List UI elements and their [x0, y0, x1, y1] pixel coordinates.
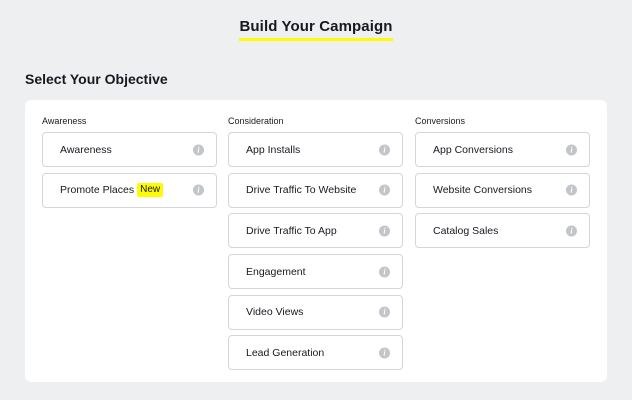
info-icon[interactable]: i	[379, 347, 390, 359]
info-icon[interactable]: i	[379, 144, 390, 155]
objective-awareness[interactable]: Awareness i	[42, 132, 217, 167]
objective-promote-places[interactable]: Promote Places New i	[42, 172, 217, 208]
objective-lead-generation[interactable]: Lead Generation i	[228, 335, 403, 371]
objective-label: Engagement	[246, 265, 306, 278]
objective-panel: Awareness Awareness i Promote Places New…	[25, 100, 607, 382]
objective-website-conversions[interactable]: Website Conversions i	[415, 172, 590, 208]
page-title: Build Your Campaign	[239, 18, 393, 41]
objective-drive-traffic-to-website[interactable]: Drive Traffic To Website i	[228, 172, 403, 208]
info-icon[interactable]: i	[566, 184, 577, 196]
page-header: Build Your Campaign	[0, 18, 632, 41]
column-label-conversions: Conversions	[415, 116, 466, 126]
objective-label: Website Conversions	[433, 184, 533, 197]
objective-label: Drive Traffic To App	[246, 224, 337, 237]
info-icon[interactable]: i	[379, 225, 390, 237]
column-conversions: Conversions App Conversions i Website Co…	[415, 116, 590, 254]
objective-drive-traffic-to-app[interactable]: Drive Traffic To App i	[228, 213, 403, 249]
objective-label: Drive Traffic To Website	[246, 184, 357, 197]
section-title: Select Your Objective	[25, 71, 168, 87]
info-icon[interactable]: i	[193, 144, 204, 155]
objective-app-conversions[interactable]: App Conversions i	[415, 132, 590, 167]
column-awareness: Awareness Awareness i Promote Places New…	[42, 116, 217, 213]
info-icon[interactable]: i	[566, 225, 577, 237]
objective-label: Promote Places	[60, 184, 135, 197]
objective-engagement[interactable]: Engagement i	[228, 254, 403, 290]
info-icon[interactable]: i	[379, 266, 390, 278]
column-label-awareness: Awareness	[42, 116, 87, 126]
column-consideration: Consideration App Installs i Drive Traff…	[228, 116, 403, 376]
objective-catalog-sales[interactable]: Catalog Sales i	[415, 213, 590, 249]
objective-app-installs[interactable]: App Installs i	[228, 132, 403, 167]
objective-label: Catalog Sales	[433, 224, 499, 237]
objective-label: Video Views	[246, 306, 304, 319]
objective-label: App Installs	[246, 143, 301, 156]
info-icon[interactable]: i	[379, 184, 390, 196]
info-icon[interactable]: i	[379, 306, 390, 318]
new-badge: New	[137, 183, 164, 198]
info-icon[interactable]: i	[566, 144, 577, 155]
objective-video-views[interactable]: Video Views i	[228, 294, 403, 330]
objective-label: Lead Generation	[246, 346, 325, 359]
column-label-consideration: Consideration	[228, 116, 284, 126]
objective-label: Awareness	[60, 143, 112, 156]
objective-label: App Conversions	[433, 143, 513, 156]
info-icon[interactable]: i	[193, 184, 204, 196]
